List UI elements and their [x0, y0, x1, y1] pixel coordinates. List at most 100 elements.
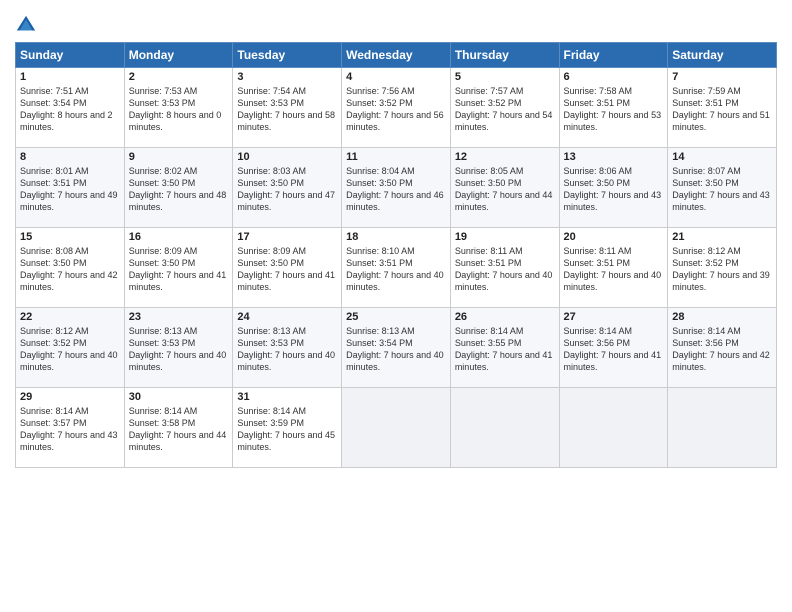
day-info: Sunrise: 8:01 AMSunset: 3:51 PMDaylight:… — [20, 165, 120, 214]
weekday-header: Friday — [559, 43, 668, 68]
calendar-week-row: 15 Sunrise: 8:08 AMSunset: 3:50 PMDayligh… — [16, 228, 777, 308]
calendar-header-row: SundayMondayTuesdayWednesdayThursdayFrid… — [16, 43, 777, 68]
calendar-cell: 16Sunrise: 8:09 AMSunset: 3:50 PMDayligh… — [124, 228, 233, 308]
day-info: Sunrise: 8:12 AMSunset: 3:52 PMDaylight:… — [672, 245, 772, 294]
calendar-cell: 28 Sunrise: 8:14 AMSunset: 3:56 PMDayligh… — [668, 308, 777, 388]
day-info: Sunrise: 8:08 AMSunset: 3:50 PMDaylight:… — [20, 245, 120, 294]
calendar-cell — [668, 388, 777, 468]
header — [15, 10, 777, 36]
calendar-week-row: 22 Sunrise: 8:12 AMSunset: 3:52 PMDayligh… — [16, 308, 777, 388]
weekday-header: Tuesday — [233, 43, 342, 68]
logo-icon — [15, 14, 37, 36]
calendar-cell: 6 Sunrise: 7:58 AMSunset: 3:51 PMDaylight… — [559, 68, 668, 148]
day-info: Sunrise: 8:13 AMSunset: 3:54 PMDaylight:… — [346, 325, 446, 374]
day-info: Sunrise: 8:13 AMSunset: 3:53 PMDaylight:… — [129, 325, 229, 374]
calendar-cell: 2 Sunrise: 7:53 AMSunset: 3:53 PMDaylight… — [124, 68, 233, 148]
page: SundayMondayTuesdayWednesdayThursdayFrid… — [0, 0, 792, 612]
day-info: Sunrise: 8:14 AMSunset: 3:56 PMDaylight:… — [672, 325, 772, 374]
calendar-week-row: 29 Sunrise: 8:14 AMSunset: 3:57 PMDayligh… — [16, 388, 777, 468]
weekday-header: Thursday — [450, 43, 559, 68]
day-info: Sunrise: 8:05 AMSunset: 3:50 PMDaylight:… — [455, 165, 555, 214]
day-number: 11 — [346, 151, 446, 163]
weekday-header: Monday — [124, 43, 233, 68]
day-info: Sunrise: 8:14 AMSunset: 3:58 PMDaylight:… — [129, 405, 229, 454]
calendar-cell: 20Sunrise: 8:11 AMSunset: 3:51 PMDayligh… — [559, 228, 668, 308]
calendar-cell: 18Sunrise: 8:10 AMSunset: 3:51 PMDayligh… — [342, 228, 451, 308]
calendar-cell: 15 Sunrise: 8:08 AMSunset: 3:50 PMDayligh… — [16, 228, 125, 308]
calendar-cell: 26 Sunrise: 8:14 AMSunset: 3:55 PMDayligh… — [450, 308, 559, 388]
day-info: Sunrise: 8:09 AMSunset: 3:50 PMDaylight:… — [237, 245, 337, 294]
calendar-cell: 23 Sunrise: 8:13 AMSunset: 3:53 PMDayligh… — [124, 308, 233, 388]
day-number: 29 — [20, 391, 120, 403]
day-number: 21 — [672, 231, 772, 243]
day-info: Sunrise: 8:14 AMSunset: 3:57 PMDaylight:… — [20, 405, 120, 454]
day-number: 18 — [346, 231, 446, 243]
day-info: Sunrise: 8:12 AMSunset: 3:52 PMDaylight:… — [20, 325, 120, 374]
day-number: 22 — [20, 311, 120, 323]
calendar-week-row: 1 Sunrise: 7:51 AMSunset: 3:54 PMDaylight… — [16, 68, 777, 148]
calendar-cell: 17Sunrise: 8:09 AMSunset: 3:50 PMDayligh… — [233, 228, 342, 308]
calendar-cell: 19 Sunrise: 8:11 AMSunset: 3:51 PMDayligh… — [450, 228, 559, 308]
day-info: Sunrise: 7:51 AMSunset: 3:54 PMDaylight:… — [20, 85, 120, 134]
day-info: Sunrise: 7:59 AMSunset: 3:51 PMDaylight:… — [672, 85, 772, 134]
day-info: Sunrise: 8:13 AMSunset: 3:53 PMDaylight:… — [237, 325, 337, 374]
calendar-cell: 8Sunrise: 8:01 AMSunset: 3:51 PMDaylight… — [16, 148, 125, 228]
day-number: 10 — [237, 151, 337, 163]
day-number: 1 — [20, 71, 120, 83]
calendar-table: SundayMondayTuesdayWednesdayThursdayFrid… — [15, 42, 777, 468]
calendar-cell — [559, 388, 668, 468]
day-number: 6 — [564, 71, 664, 83]
weekday-header: Wednesday — [342, 43, 451, 68]
day-number: 23 — [129, 311, 229, 323]
calendar-cell: 4 Sunrise: 7:56 AMSunset: 3:52 PMDaylight… — [342, 68, 451, 148]
day-number: 27 — [564, 311, 664, 323]
day-info: Sunrise: 8:14 AMSunset: 3:59 PMDaylight:… — [237, 405, 337, 454]
day-info: Sunrise: 8:04 AMSunset: 3:50 PMDaylight:… — [346, 165, 446, 214]
day-info: Sunrise: 7:58 AMSunset: 3:51 PMDaylight:… — [564, 85, 664, 134]
day-number: 3 — [237, 71, 337, 83]
day-number: 9 — [129, 151, 229, 163]
day-number: 26 — [455, 311, 555, 323]
calendar-cell: 12 Sunrise: 8:05 AMSunset: 3:50 PMDayligh… — [450, 148, 559, 228]
weekday-header: Saturday — [668, 43, 777, 68]
calendar-cell: 7 Sunrise: 7:59 AMSunset: 3:51 PMDaylight… — [668, 68, 777, 148]
day-number: 4 — [346, 71, 446, 83]
calendar-cell: 29 Sunrise: 8:14 AMSunset: 3:57 PMDayligh… — [16, 388, 125, 468]
calendar-cell: 9 Sunrise: 8:02 AMSunset: 3:50 PMDaylight… — [124, 148, 233, 228]
day-number: 2 — [129, 71, 229, 83]
calendar-cell — [450, 388, 559, 468]
day-info: Sunrise: 8:09 AMSunset: 3:50 PMDaylight:… — [129, 245, 229, 294]
calendar-cell: 3Sunrise: 7:54 AMSunset: 3:53 PMDaylight… — [233, 68, 342, 148]
calendar-cell: 31Sunrise: 8:14 AMSunset: 3:59 PMDayligh… — [233, 388, 342, 468]
calendar-week-row: 8Sunrise: 8:01 AMSunset: 3:51 PMDaylight… — [16, 148, 777, 228]
calendar-cell: 5Sunrise: 7:57 AMSunset: 3:52 PMDaylight… — [450, 68, 559, 148]
calendar-cell: 27Sunrise: 8:14 AMSunset: 3:56 PMDayligh… — [559, 308, 668, 388]
calendar-cell: 25 Sunrise: 8:13 AMSunset: 3:54 PMDayligh… — [342, 308, 451, 388]
day-number: 25 — [346, 311, 446, 323]
day-info: Sunrise: 8:06 AMSunset: 3:50 PMDaylight:… — [564, 165, 664, 214]
calendar-cell: 11 Sunrise: 8:04 AMSunset: 3:50 PMDayligh… — [342, 148, 451, 228]
day-info: Sunrise: 8:11 AMSunset: 3:51 PMDaylight:… — [564, 245, 664, 294]
day-info: Sunrise: 8:03 AMSunset: 3:50 PMDaylight:… — [237, 165, 337, 214]
day-info: Sunrise: 8:02 AMSunset: 3:50 PMDaylight:… — [129, 165, 229, 214]
calendar-cell: 21 Sunrise: 8:12 AMSunset: 3:52 PMDayligh… — [668, 228, 777, 308]
day-number: 12 — [455, 151, 555, 163]
calendar-cell: 10 Sunrise: 8:03 AMSunset: 3:50 PMDayligh… — [233, 148, 342, 228]
logo — [15, 14, 41, 36]
day-number: 15 — [20, 231, 120, 243]
calendar-cell: 30Sunrise: 8:14 AMSunset: 3:58 PMDayligh… — [124, 388, 233, 468]
day-info: Sunrise: 7:53 AMSunset: 3:53 PMDaylight:… — [129, 85, 229, 134]
day-info: Sunrise: 8:14 AMSunset: 3:55 PMDaylight:… — [455, 325, 555, 374]
day-number: 19 — [455, 231, 555, 243]
calendar-cell: 14Sunrise: 8:07 AMSunset: 3:50 PMDayligh… — [668, 148, 777, 228]
day-number: 7 — [672, 71, 772, 83]
day-number: 13 — [564, 151, 664, 163]
day-number: 28 — [672, 311, 772, 323]
calendar-cell: 24 Sunrise: 8:13 AMSunset: 3:53 PMDayligh… — [233, 308, 342, 388]
day-info: Sunrise: 7:56 AMSunset: 3:52 PMDaylight:… — [346, 85, 446, 134]
day-number: 14 — [672, 151, 772, 163]
day-number: 24 — [237, 311, 337, 323]
weekday-header: Sunday — [16, 43, 125, 68]
calendar-cell: 22 Sunrise: 8:12 AMSunset: 3:52 PMDayligh… — [16, 308, 125, 388]
day-info: Sunrise: 8:11 AMSunset: 3:51 PMDaylight:… — [455, 245, 555, 294]
